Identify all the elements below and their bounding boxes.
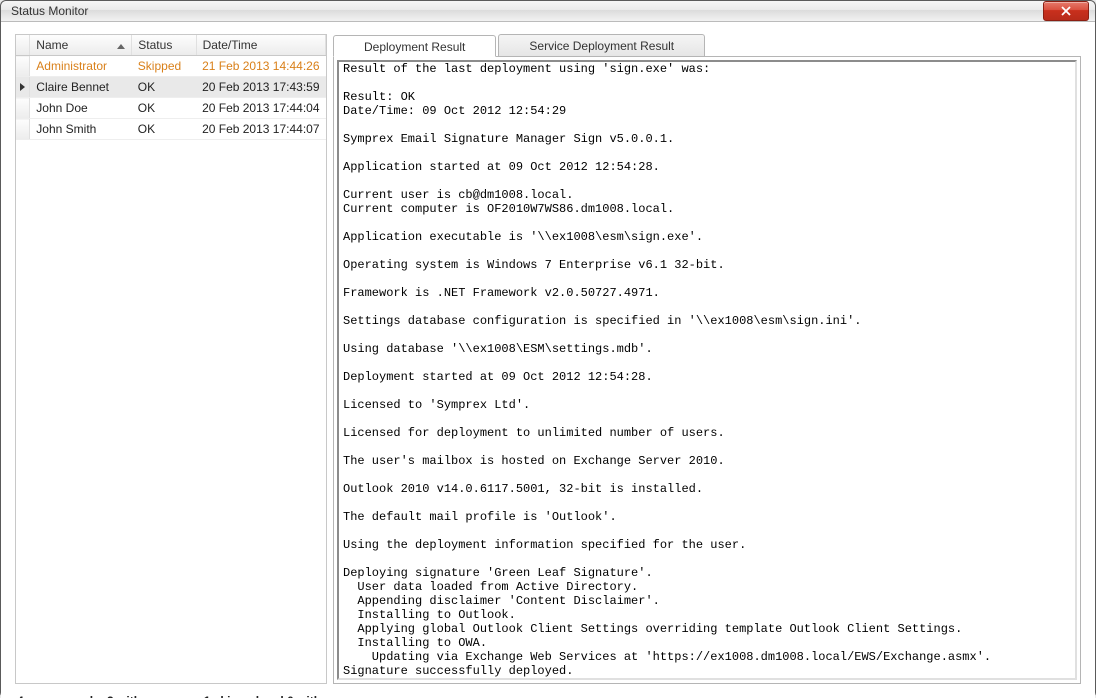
cell-name: John Doe xyxy=(30,98,132,119)
window: Status Monitor Name xyxy=(0,0,1096,698)
client-area: Name Status Date/Time AdministratorSkipp… xyxy=(1,22,1095,698)
row-indicator xyxy=(16,56,30,77)
cell-datetime: 20 Feb 2013 17:44:07 xyxy=(196,119,325,140)
window-title: Status Monitor xyxy=(11,4,1043,18)
close-icon xyxy=(1061,6,1071,16)
row-indicator xyxy=(16,119,30,140)
grid-col-datetime[interactable]: Date/Time xyxy=(196,35,325,56)
sort-ascending-icon xyxy=(117,38,125,52)
cell-status: OK xyxy=(132,119,196,140)
tab-service-deployment-result-label: Service Deployment Result xyxy=(529,39,674,53)
users-grid[interactable]: Name Status Date/Time AdministratorSkipp… xyxy=(15,34,327,684)
grid-col-status-label: Status xyxy=(138,38,172,52)
row-indicator xyxy=(16,77,30,98)
detail-panel: Deployment Result Service Deployment Res… xyxy=(333,34,1081,684)
main-area: Name Status Date/Time AdministratorSkipp… xyxy=(15,34,1081,684)
cell-datetime: 21 Feb 2013 14:44:26 xyxy=(196,56,325,77)
window-close-button[interactable] xyxy=(1043,1,1089,21)
grid-header-row: Name Status Date/Time xyxy=(16,35,326,56)
tab-deployment-result-label: Deployment Result xyxy=(364,40,465,54)
cell-status: Skipped xyxy=(132,56,196,77)
grid-col-datetime-label: Date/Time xyxy=(203,38,258,52)
table-row[interactable]: John DoeOK20 Feb 2013 17:44:04 xyxy=(16,98,326,119)
grid-col-name[interactable]: Name xyxy=(30,35,132,56)
status-summary: 4 user records; 3 with no errors, 1 skip… xyxy=(15,684,1081,698)
table-row[interactable]: John SmithOK20 Feb 2013 17:44:07 xyxy=(16,119,326,140)
deployment-log: Result of the last deployment using 'sig… xyxy=(339,62,1075,678)
tab-deployment-result[interactable]: Deployment Result xyxy=(333,35,496,57)
tab-service-deployment-result[interactable]: Service Deployment Result xyxy=(498,34,705,56)
current-row-icon xyxy=(20,83,25,91)
titlebar: Status Monitor xyxy=(1,1,1095,22)
cell-datetime: 20 Feb 2013 17:43:59 xyxy=(196,77,325,98)
tab-body: Result of the last deployment using 'sig… xyxy=(333,56,1081,684)
cell-name: Claire Bennet xyxy=(30,77,132,98)
table-row[interactable]: Claire BennetOK20 Feb 2013 17:43:59 xyxy=(16,77,326,98)
cell-datetime: 20 Feb 2013 17:44:04 xyxy=(196,98,325,119)
cell-name: John Smith xyxy=(30,119,132,140)
cell-status: OK xyxy=(132,77,196,98)
grid-col-name-label: Name xyxy=(36,38,68,52)
table-row[interactable]: AdministratorSkipped21 Feb 2013 14:44:26 xyxy=(16,56,326,77)
grid-col-status[interactable]: Status xyxy=(132,35,196,56)
cell-name: Administrator xyxy=(30,56,132,77)
tabstrip: Deployment Result Service Deployment Res… xyxy=(333,34,1081,56)
cell-status: OK xyxy=(132,98,196,119)
log-scroll[interactable]: Result of the last deployment using 'sig… xyxy=(337,60,1077,680)
row-indicator xyxy=(16,98,30,119)
grid-rowheader-col xyxy=(16,35,30,56)
